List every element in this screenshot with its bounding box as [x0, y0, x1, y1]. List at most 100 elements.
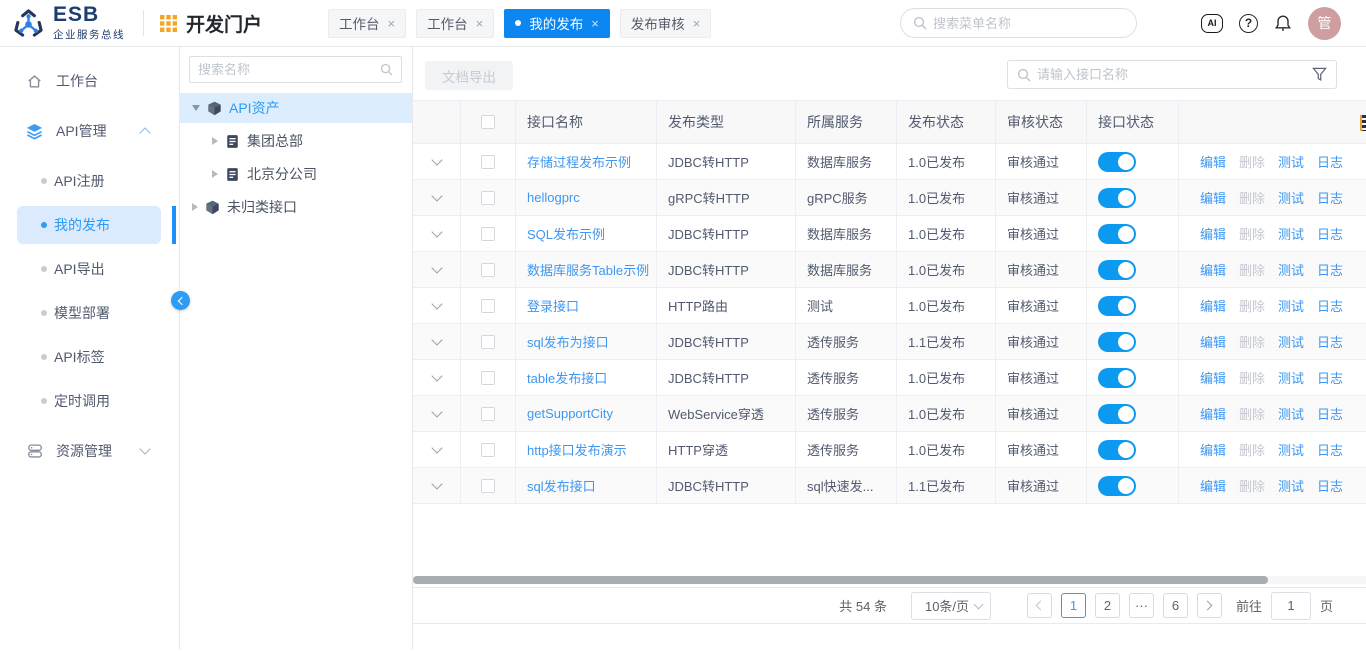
expand-chevron-icon[interactable]	[431, 262, 442, 273]
action-日志[interactable]: 日志	[1317, 188, 1343, 207]
sidebar-item-API导出[interactable]: API导出	[17, 250, 161, 288]
action-测试[interactable]: 测试	[1278, 368, 1304, 387]
status-toggle[interactable]	[1098, 296, 1136, 316]
tree-node-北京分公司[interactable]: 北京分公司	[180, 159, 412, 189]
tree-node-未归类接口[interactable]: 未归类接口	[180, 192, 412, 222]
row-checkbox[interactable]	[481, 407, 495, 421]
prev-page-button[interactable]	[1027, 593, 1052, 618]
row-checkbox[interactable]	[481, 155, 495, 169]
sidebar-item-工作台[interactable]: 工作台	[0, 56, 179, 106]
row-checkbox[interactable]	[481, 479, 495, 493]
expand-chevron-icon[interactable]	[431, 190, 442, 201]
action-测试[interactable]: 测试	[1278, 260, 1304, 279]
action-编辑[interactable]: 编辑	[1200, 332, 1226, 351]
scrollbar-thumb[interactable]	[413, 576, 1268, 584]
filter-funnel-icon[interactable]	[1312, 67, 1327, 82]
sidebar-item-API标签[interactable]: API标签	[17, 338, 161, 376]
sidebar-item-API管理[interactable]: API管理	[0, 106, 179, 156]
action-日志[interactable]: 日志	[1317, 224, 1343, 243]
action-日志[interactable]: 日志	[1317, 152, 1343, 171]
expand-chevron-icon[interactable]	[431, 478, 442, 489]
status-toggle[interactable]	[1098, 224, 1136, 244]
api-name-link[interactable]: 存储过程发布示例	[527, 152, 631, 171]
action-测试[interactable]: 测试	[1278, 332, 1304, 351]
api-name-link[interactable]: sql发布接口	[527, 476, 596, 495]
action-测试[interactable]: 测试	[1278, 152, 1304, 171]
api-name-link[interactable]: 登录接口	[527, 296, 579, 315]
doc-export-button[interactable]: 文档导出	[425, 61, 513, 90]
tab-工作台-1[interactable]: 工作台×	[416, 9, 494, 38]
action-测试[interactable]: 测试	[1278, 476, 1304, 495]
status-toggle[interactable]	[1098, 260, 1136, 280]
row-checkbox[interactable]	[481, 191, 495, 205]
caret-icon[interactable]	[192, 105, 200, 111]
action-测试[interactable]: 测试	[1278, 404, 1304, 423]
sidebar-collapse-button[interactable]	[171, 291, 190, 310]
action-编辑[interactable]: 编辑	[1200, 152, 1226, 171]
action-测试[interactable]: 测试	[1278, 440, 1304, 459]
tab-发布审核-3[interactable]: 发布审核×	[620, 9, 712, 38]
horizontal-scrollbar[interactable]	[413, 576, 1366, 584]
sidebar-item-我的发布[interactable]: 我的发布	[17, 206, 161, 244]
page-more-button[interactable]: ···	[1129, 593, 1154, 618]
caret-icon[interactable]	[192, 203, 198, 211]
row-checkbox[interactable]	[481, 443, 495, 457]
api-name-link[interactable]: hellogprc	[527, 190, 580, 205]
api-name-link[interactable]: sql发布为接口	[527, 332, 609, 351]
sidebar-item-API注册[interactable]: API注册	[17, 162, 161, 200]
expand-chevron-icon[interactable]	[431, 442, 442, 453]
api-name-link[interactable]: getSupportCity	[527, 406, 613, 421]
expand-chevron-icon[interactable]	[431, 334, 442, 345]
close-icon[interactable]: ×	[591, 17, 599, 30]
action-编辑[interactable]: 编辑	[1200, 440, 1226, 459]
sidebar-item-资源管理[interactable]: 资源管理	[0, 426, 179, 476]
expand-chevron-icon[interactable]	[431, 154, 442, 165]
action-编辑[interactable]: 编辑	[1200, 224, 1226, 243]
action-日志[interactable]: 日志	[1317, 260, 1343, 279]
action-编辑[interactable]: 编辑	[1200, 404, 1226, 423]
expand-chevron-icon[interactable]	[431, 406, 442, 417]
tab-我的发布-2[interactable]: 我的发布×	[504, 9, 610, 38]
api-filter-input[interactable]	[1037, 67, 1306, 82]
ai-assistant-icon[interactable]: AI	[1201, 14, 1223, 33]
expand-chevron-icon[interactable]	[431, 226, 442, 237]
page-2-button[interactable]: 2	[1095, 593, 1120, 618]
help-icon[interactable]: ?	[1239, 14, 1258, 33]
select-all-checkbox[interactable]	[481, 115, 495, 129]
action-编辑[interactable]: 编辑	[1200, 368, 1226, 387]
close-icon[interactable]: ×	[693, 17, 701, 30]
bell-icon[interactable]	[1274, 14, 1292, 33]
status-toggle[interactable]	[1098, 476, 1136, 496]
action-编辑[interactable]: 编辑	[1200, 260, 1226, 279]
action-编辑[interactable]: 编辑	[1200, 188, 1226, 207]
status-toggle[interactable]	[1098, 332, 1136, 352]
expand-chevron-icon[interactable]	[431, 298, 442, 309]
expand-chevron-icon[interactable]	[431, 370, 442, 381]
status-toggle[interactable]	[1098, 152, 1136, 172]
status-toggle[interactable]	[1098, 404, 1136, 424]
action-日志[interactable]: 日志	[1317, 440, 1343, 459]
api-name-link[interactable]: SQL发布示例	[527, 224, 605, 243]
avatar[interactable]: 管	[1308, 7, 1341, 40]
action-日志[interactable]: 日志	[1317, 404, 1343, 423]
tab-工作台-0[interactable]: 工作台×	[328, 9, 406, 38]
status-toggle[interactable]	[1098, 440, 1136, 460]
page-size-select[interactable]: 10条/页	[911, 592, 991, 620]
action-日志[interactable]: 日志	[1317, 476, 1343, 495]
tree-search-input[interactable]	[198, 62, 380, 77]
close-icon[interactable]: ×	[388, 17, 396, 30]
action-编辑[interactable]: 编辑	[1200, 296, 1226, 315]
action-测试[interactable]: 测试	[1278, 224, 1304, 243]
caret-icon[interactable]	[212, 170, 218, 178]
status-toggle[interactable]	[1098, 188, 1136, 208]
next-page-button[interactable]	[1197, 593, 1222, 618]
action-编辑[interactable]: 编辑	[1200, 476, 1226, 495]
status-toggle[interactable]	[1098, 368, 1136, 388]
tree-node-API资产[interactable]: API资产	[180, 93, 412, 123]
tree-node-集团总部[interactable]: 集团总部	[180, 126, 412, 156]
column-settings-icon[interactable]	[1360, 115, 1366, 131]
sidebar-item-定时调用[interactable]: 定时调用	[17, 382, 161, 420]
menu-search-input[interactable]	[933, 16, 1124, 31]
sidebar-item-模型部署[interactable]: 模型部署	[17, 294, 161, 332]
row-checkbox[interactable]	[481, 227, 495, 241]
